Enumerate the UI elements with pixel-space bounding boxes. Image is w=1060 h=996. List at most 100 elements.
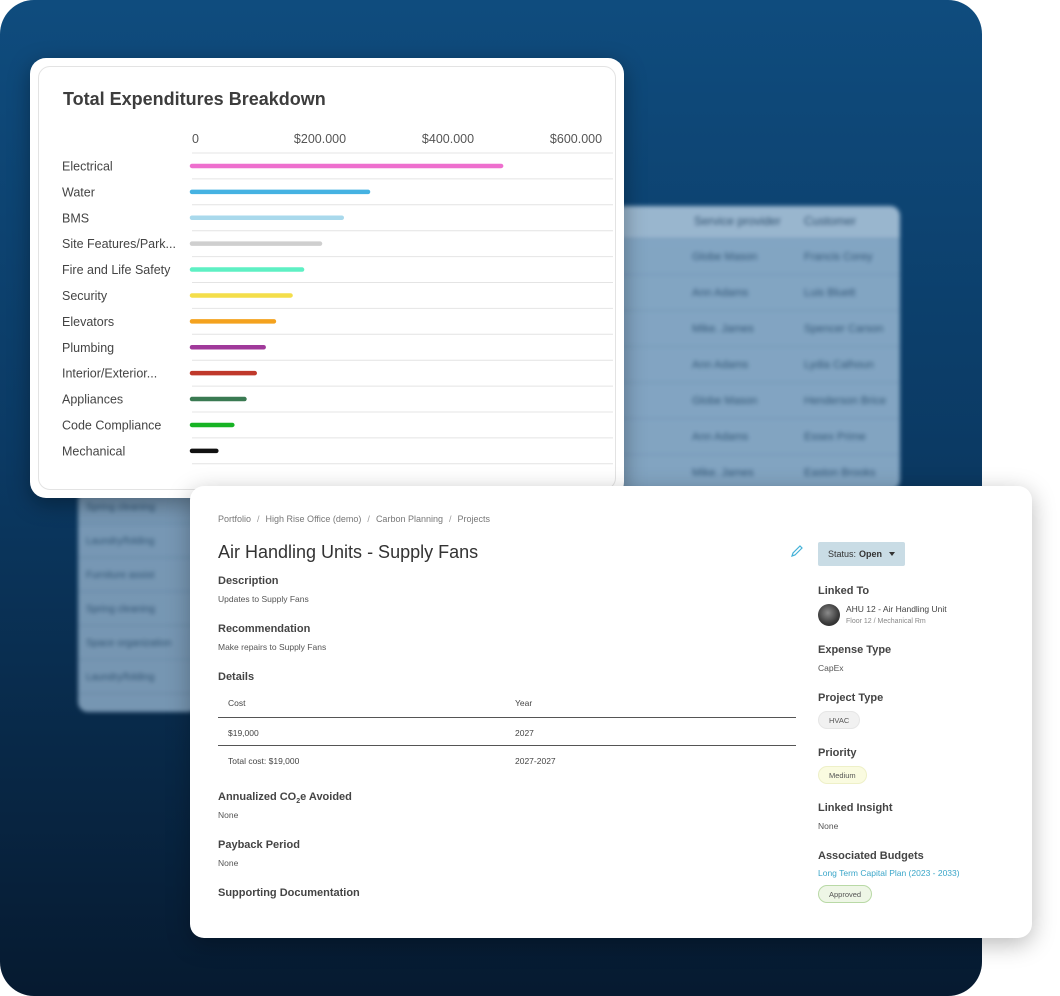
blurred-cell: Luis Bluett [804,287,856,299]
details-table-header: Cost Year [218,686,796,718]
blurred-cell: Easton Brooks [804,467,876,479]
co2-avoided-value: None [218,810,239,820]
payback-period-label: Payback Period [218,839,300,851]
description-label: Description [218,575,279,587]
category-label: Elevators [62,315,114,329]
details-table: Cost Year $19,000 2027 Total cost: $19,0… [218,686,796,774]
background-blurred-table: Service provider Customer Globe Mason Fra… [614,206,900,490]
year-cell: 2027 [515,728,534,738]
project-detail-card: Portfolio / High Rise Office (demo) / Ca… [190,486,1032,938]
x-tick-label: $400.000 [422,132,474,146]
status-dropdown-button[interactable]: Status: Open [818,542,906,566]
blurred-list-item: Space organization [78,626,198,660]
blurred-cell: Globe Mason [692,395,758,407]
payback-period-value: None [218,858,239,868]
blurred-table-row: Ann Adams Lydia Calhoun [614,346,900,382]
blurred-table-header: Service provider Customer [614,206,900,238]
breadcrumb-separator: / [367,514,370,524]
project-type-label: Project Type [818,692,884,704]
x-tick-label: $200.000 [294,132,346,146]
category-label: Appliances [62,393,123,407]
blurred-cell: Francis Corey [804,251,873,263]
asset-avatar [818,604,840,626]
category-label: Fire and Life Safety [62,263,171,277]
linked-insight-label: Linked Insight [818,802,893,814]
linked-asset-location: Floor 12 / Mechanical Rm [846,618,926,625]
supporting-documentation-label: Supporting Documentation [218,887,360,899]
budget-link[interactable]: Long Term Capital Plan (2023 - 2033) [818,868,960,878]
blurred-table-row: Globe Mason Henderson Brice [614,382,900,418]
associated-budgets-label: Associated Budgets [818,850,924,862]
blurred-header-service-provider: Service provider [694,214,781,228]
blurred-cell: Mike. James [692,467,754,479]
co2-label-suffix: e Avoided [300,791,352,803]
linked-to-label: Linked To [818,585,870,597]
expenditures-chart-card: Total Expenditures Breakdown 0 $200.000 $4… [30,58,624,498]
total-cost: Total cost: $19,000 [228,756,300,766]
blurred-cell: Essex Prime [804,431,866,443]
blurred-cell: Ann Adams [692,287,749,299]
breadcrumb: Portfolio / High Rise Office (demo) / Ca… [218,514,490,524]
blurred-cell: Ann Adams [692,359,749,371]
category-label: Mechanical [62,444,125,458]
category-label: Security [62,289,108,303]
category-label: Code Compliance [62,418,161,432]
category-label: Interior/Exterior... [62,367,157,381]
category-label: Site Features/Park... [62,237,176,251]
x-tick-label: 0 [192,132,199,146]
priority-chip: Medium [818,766,867,784]
breadcrumb-portfolio[interactable]: Portfolio [218,514,251,524]
blurred-table-row: Ann Adams Essex Prime [614,418,900,454]
status-value: Open [859,549,883,559]
details-label: Details [218,671,255,683]
blurred-table-row: Mike. James Spencer Carson [614,310,900,346]
category-label: BMS [62,211,89,225]
status-label: Status: [828,549,857,559]
background-blurred-list: Spring cleaning Laundry/folding Furnitur… [78,490,198,712]
blurred-table-row: Globe Mason Francis Corey [614,238,900,274]
expense-type-value: CapEx [818,663,844,673]
project-type-chip: HVAC [818,711,861,729]
description-value: Updates to Supply Fans [218,594,309,604]
breadcrumb-separator: / [257,514,260,524]
blurred-cell: Spencer Carson [804,323,884,335]
blurred-list-item: Laundry/folding [78,524,198,558]
linked-insight-value: None [818,821,839,831]
pencil-edit-icon[interactable] [790,544,804,558]
category-label: Plumbing [62,341,114,355]
blurred-list-item: Laundry/folding [78,660,198,694]
category-label: Water [62,185,95,199]
column-header-year: Year [515,698,533,708]
blurred-table-row: Ann Adams Luis Bluett [614,274,900,310]
category-label: Electrical [62,159,113,173]
linked-asset-name[interactable]: AHU 12 - Air Handling Unit [846,604,947,614]
priority-label: Priority [818,747,857,759]
recommendation-value: Make repairs to Supply Fans [218,642,327,652]
expense-type-label: Expense Type [818,644,892,656]
blurred-cell: Ann Adams [692,431,749,443]
breadcrumb-building[interactable]: High Rise Office (demo) [266,514,362,524]
blurred-cell: Globe Mason [692,251,758,263]
blurred-header-customer: Customer [804,214,857,228]
total-year-range: 2027-2027 [515,756,556,766]
budget-status-chip: Approved [818,885,873,903]
column-header-cost: Cost [228,698,246,708]
breadcrumb-carbon-planning[interactable]: Carbon Planning [376,514,443,524]
expenditures-bar-chart: 0 $200.000 $400.000 $600.000 Electrical Water… [62,132,613,465]
recommendation-label: Recommendation [218,623,311,635]
co2-label-prefix: Annualized CO [218,791,297,803]
co2-avoided-label: Annualized CO2e Avoided [218,791,352,805]
project-title: Air Handling Units - Supply Fans [218,542,479,562]
breadcrumb-separator: / [449,514,452,524]
table-row: $19,000 2027 [218,718,796,746]
blurred-cell: Mike. James [692,323,754,335]
caret-down-icon [889,552,896,556]
x-tick-label: $600.000 [550,132,602,146]
breadcrumb-projects[interactable]: Projects [458,514,491,524]
blurred-cell: Henderson Brice [804,395,886,407]
table-total-row: Total cost: $19,000 2027-2027 [218,746,796,774]
blurred-list-item: Spring cleaning [78,592,198,626]
chart-inner-frame: Total Expenditures Breakdown 0 $200.000 $4… [38,66,616,490]
blurred-table-row: Mike. James Easton Brooks [614,454,900,490]
cost-cell: $19,000 [228,728,259,738]
